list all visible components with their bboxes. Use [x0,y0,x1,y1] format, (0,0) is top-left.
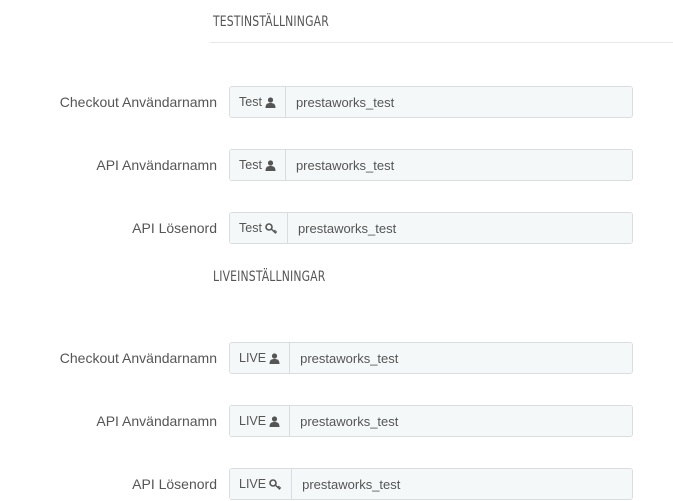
test-checkout-username-group: Test prestaworks_test [229,86,633,118]
addon-label: LIVE [239,414,267,428]
test-api-password-group: Test prestaworks_test [229,212,633,244]
test-api-username-input[interactable]: prestaworks_test [285,150,632,180]
user-icon [265,96,276,108]
key-icon [265,222,278,234]
live-api-password-input[interactable]: prestaworks_test [292,469,632,499]
test-checkout-username-row: Checkout Användarnamn Test prestaworks_t… [0,86,673,118]
test-api-username-label: API Användarnamn [96,157,217,173]
test-checkout-username-input[interactable]: prestaworks_test [285,87,632,117]
live-api-password-row: API Lösenord LIVE prestaworks_test [0,468,673,500]
test-checkout-username-label: Checkout Användarnamn [59,94,217,110]
test-api-username-group: Test prestaworks_test [229,149,633,181]
live-api-username-addon: LIVE [230,406,291,436]
live-api-username-input[interactable]: prestaworks_test [290,406,632,436]
live-checkout-username-group: LIVE prestaworks_test [229,342,633,374]
live-settings-title: LIVEINSTÄLLNINGAR [213,269,326,285]
user-icon [265,159,276,171]
test-checkout-username-addon: Test [230,87,286,117]
test-api-password-label: API Lösenord [132,220,217,236]
addon-label: Test [239,221,262,235]
test-api-username-addon: Test [230,150,286,180]
live-api-username-label: API Användarnamn [96,413,217,429]
user-icon [269,352,280,364]
live-api-password-label: API Lösenord [132,476,217,492]
addon-label: Test [239,158,262,172]
test-api-password-input[interactable]: prestaworks_test [287,213,632,243]
test-api-password-addon: Test [230,213,288,243]
live-api-password-group: LIVE prestaworks_test [229,468,633,500]
live-checkout-username-input[interactable]: prestaworks_test [290,343,632,373]
addon-label: LIVE [239,351,267,365]
test-api-password-row: API Lösenord Test prestaworks_test [0,212,673,244]
key-icon [269,478,282,490]
test-api-username-row: API Användarnamn Test prestaworks_test [0,149,673,181]
live-api-username-row: API Användarnamn LIVE prestaworks_test [0,405,673,437]
addon-label: LIVE [239,477,267,491]
addon-label: Test [239,95,262,109]
live-checkout-username-addon: LIVE [230,343,291,373]
test-settings-title: TESTINSTÄLLNINGAR [213,14,329,30]
live-checkout-username-row: Checkout Användarnamn LIVE prestaworks_t… [0,342,673,374]
section-divider [210,42,673,43]
user-icon [269,415,280,427]
live-checkout-username-label: Checkout Användarnamn [59,350,217,366]
live-api-password-addon: LIVE [230,469,293,499]
live-api-username-group: LIVE prestaworks_test [229,405,633,437]
